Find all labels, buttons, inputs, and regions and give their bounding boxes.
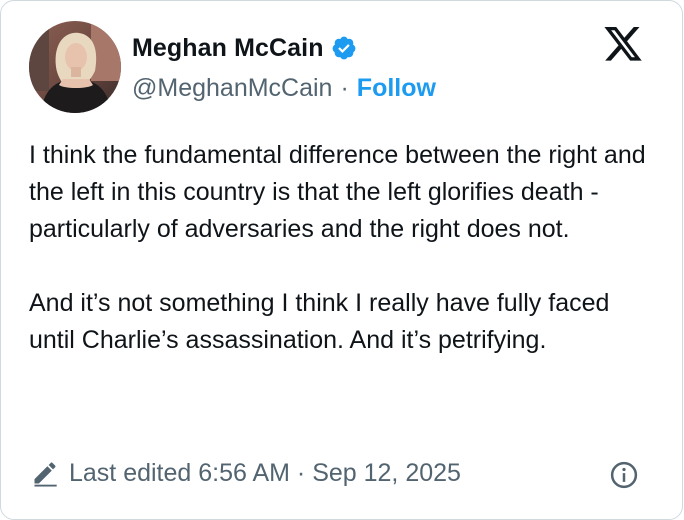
tweet-text: I think the fundamental difference betwe… [29,141,646,354]
edited-timestamp[interactable]: Last edited 6:56 AM · Sep 12, 2025 [31,453,461,493]
verified-badge-icon [331,35,357,61]
follow-button[interactable]: Follow [357,74,436,103]
pencil-icon [31,459,59,487]
edited-label: Last edited 6:56 AM · Sep 12, 2025 [69,458,461,487]
avatar-image [29,21,121,113]
tweet-card: Meghan McCain @MeghanMcCain · Follow I t… [0,0,683,520]
avatar[interactable] [29,21,121,113]
author-name-row: Meghan McCain [132,31,357,65]
separator-dot: · [340,73,349,102]
author-handle[interactable]: @MeghanMcCain [132,74,332,103]
info-icon[interactable] [609,460,639,490]
author-display-name[interactable]: Meghan McCain [132,34,324,63]
x-logo-icon[interactable] [601,27,645,65]
author-handle-row: @MeghanMcCain · Follow [132,71,436,105]
